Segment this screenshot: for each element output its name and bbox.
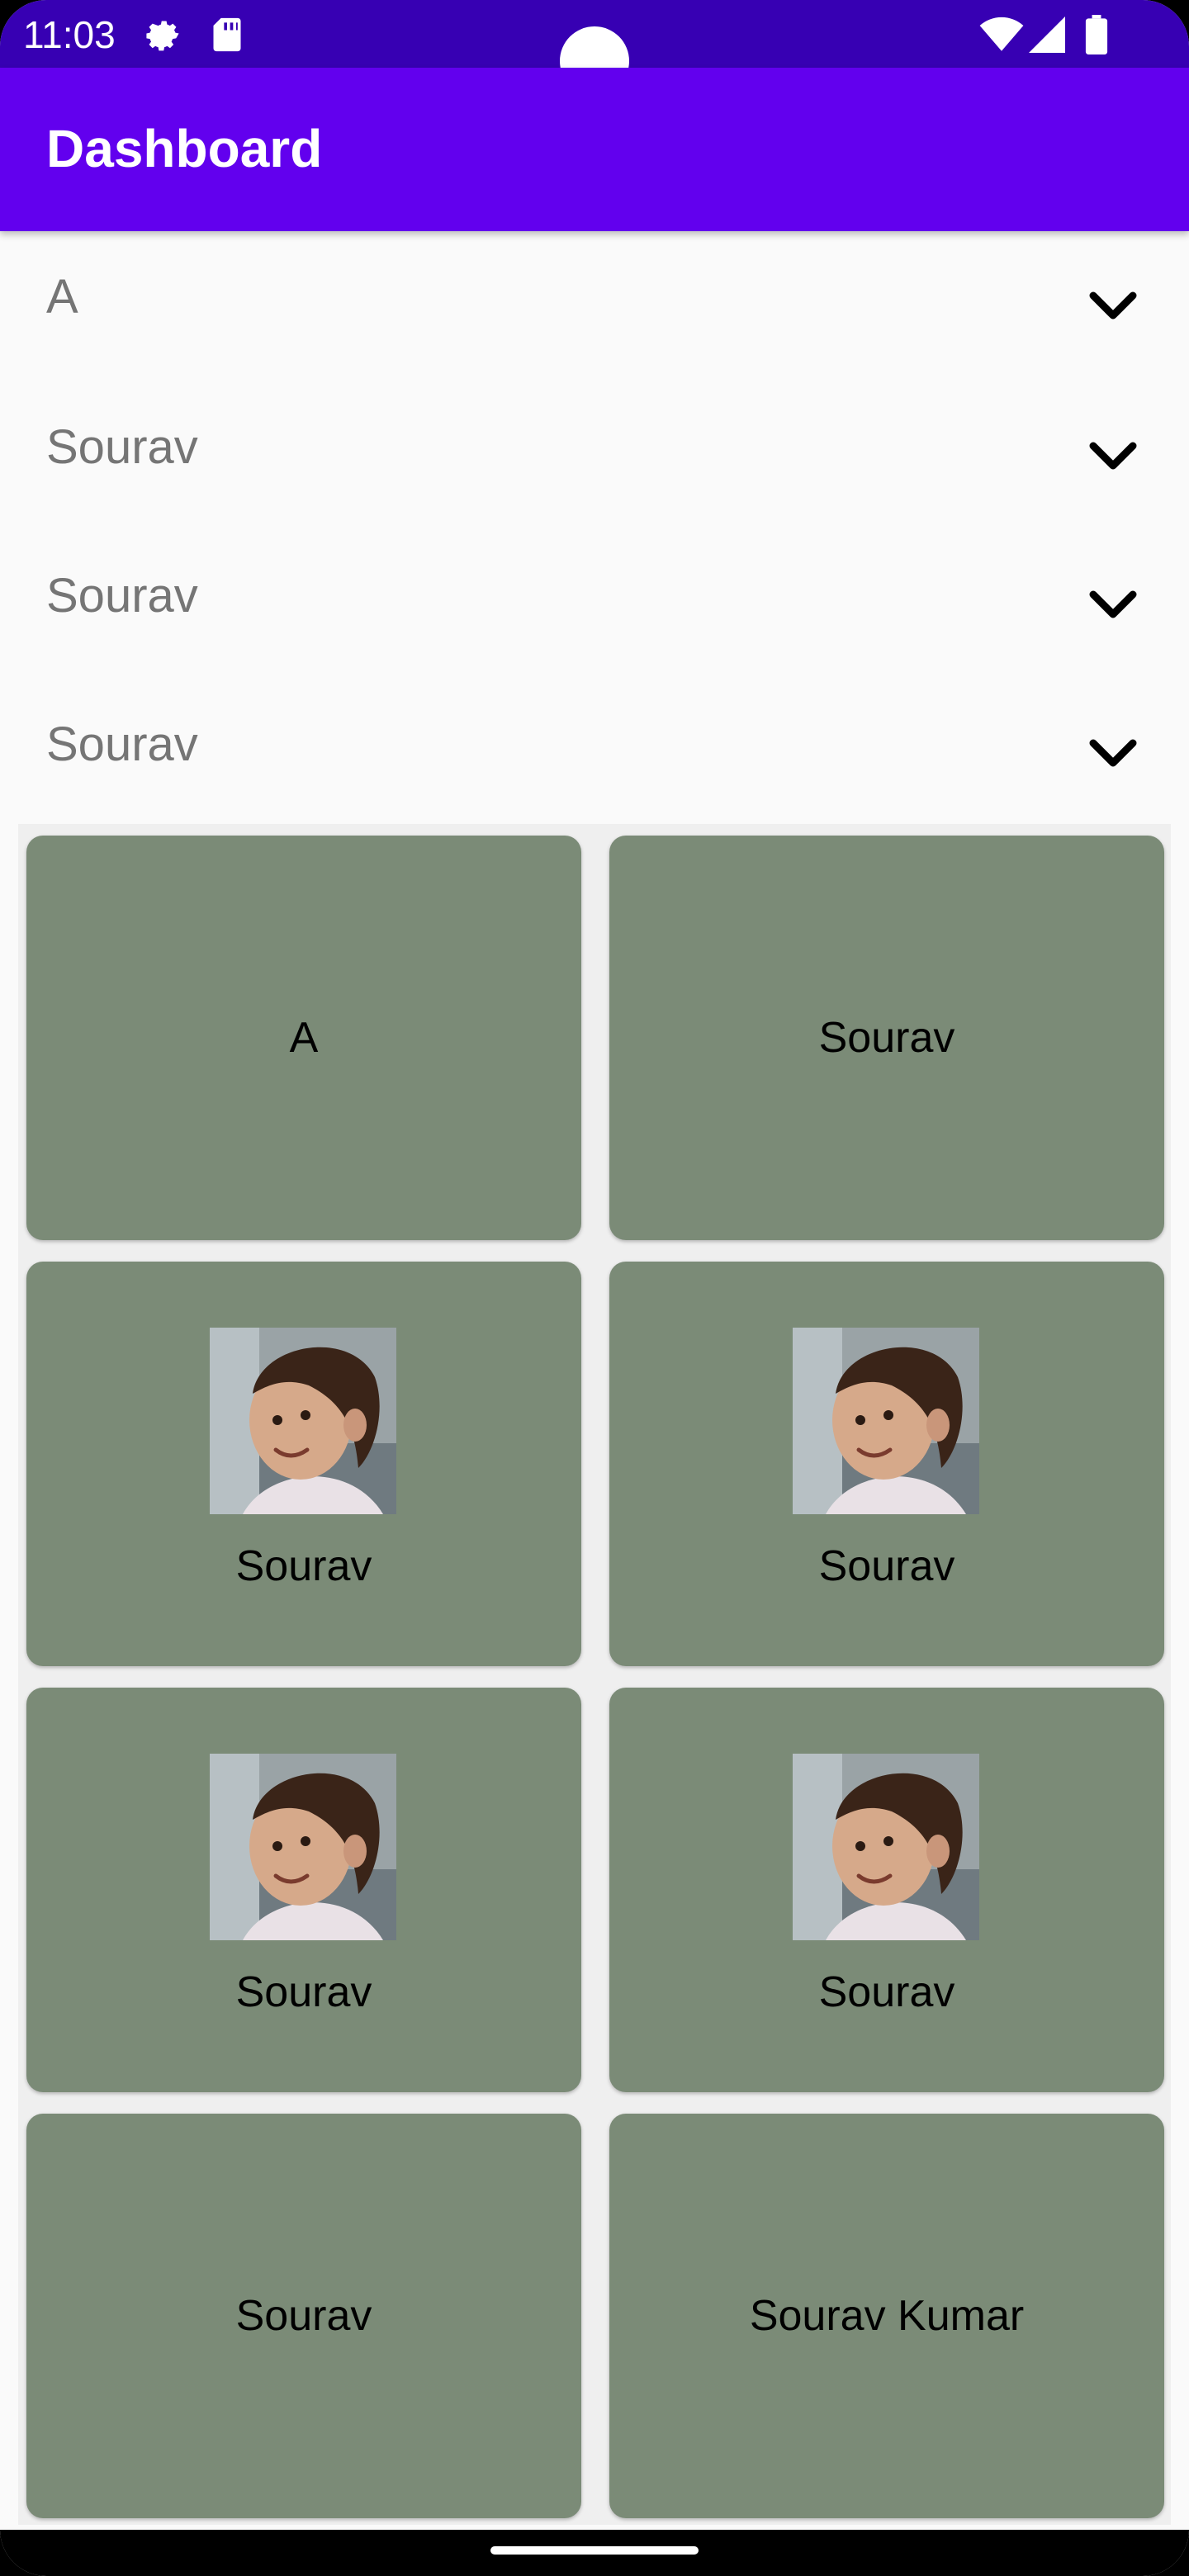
chevron-down-icon	[1089, 442, 1137, 470]
settings-gear-icon	[146, 21, 179, 51]
dropdown-value: Sourav	[46, 569, 198, 623]
dropdown-1[interactable]: A	[0, 231, 1189, 380]
sd-card-icon	[213, 17, 241, 52]
app-bar: Dashboard	[0, 68, 1189, 231]
home-gesture-handle[interactable]	[490, 2546, 699, 2555]
grid-card[interactable]: Sourav	[26, 1262, 581, 1666]
page-title: Dashboard	[46, 119, 323, 178]
dropdown-value: A	[46, 270, 78, 324]
card-grid: A Sourav Sourav Sourav Sourav Sourav Sou…	[18, 824, 1171, 2525]
dropdown-value: Sourav	[46, 420, 198, 474]
dropdown-2[interactable]: Sourav	[0, 381, 1189, 530]
profile-photo	[793, 1328, 979, 1514]
battery-icon	[1085, 15, 1108, 54]
profile-photo	[210, 1328, 396, 1514]
card-label: Sourav Kumar	[749, 2292, 1025, 2340]
grid-card[interactable]: Sourav Kumar	[609, 2114, 1164, 2518]
chevron-down-icon	[1089, 291, 1137, 320]
cell-signal-icon	[1029, 17, 1065, 53]
chevron-down-icon	[1089, 739, 1137, 767]
card-label: Sourav	[818, 1542, 955, 1590]
grid-card[interactable]: Sourav	[26, 2114, 581, 2518]
card-label: Sourav	[235, 2292, 372, 2340]
dropdown-4[interactable]: Sourav	[0, 679, 1189, 827]
dropdown-value: Sourav	[46, 717, 198, 771]
card-label: Sourav	[235, 1968, 372, 2016]
card-label: A	[289, 1014, 319, 1062]
card-label: Sourav	[235, 1542, 372, 1590]
dropdown-3[interactable]: Sourav	[0, 530, 1189, 679]
wifi-icon	[979, 17, 1024, 51]
profile-photo	[793, 1754, 979, 1940]
grid-card[interactable]: Sourav	[609, 836, 1164, 1240]
status-time: 11:03	[23, 13, 116, 56]
grid-card[interactable]: Sourav	[609, 1262, 1164, 1666]
chevron-down-icon	[1089, 590, 1137, 618]
card-label: Sourav	[818, 1968, 955, 2016]
screen: 11:03 Dashboard A Sourav Sourav Sourav A…	[0, 0, 1189, 2576]
grid-card[interactable]: A	[26, 836, 581, 1240]
grid-card[interactable]: Sourav	[609, 1688, 1164, 2092]
grid-card[interactable]: Sourav	[26, 1688, 581, 2092]
card-label: Sourav	[818, 1014, 955, 1062]
navigation-bar	[0, 2530, 1189, 2576]
profile-photo	[210, 1754, 396, 1940]
